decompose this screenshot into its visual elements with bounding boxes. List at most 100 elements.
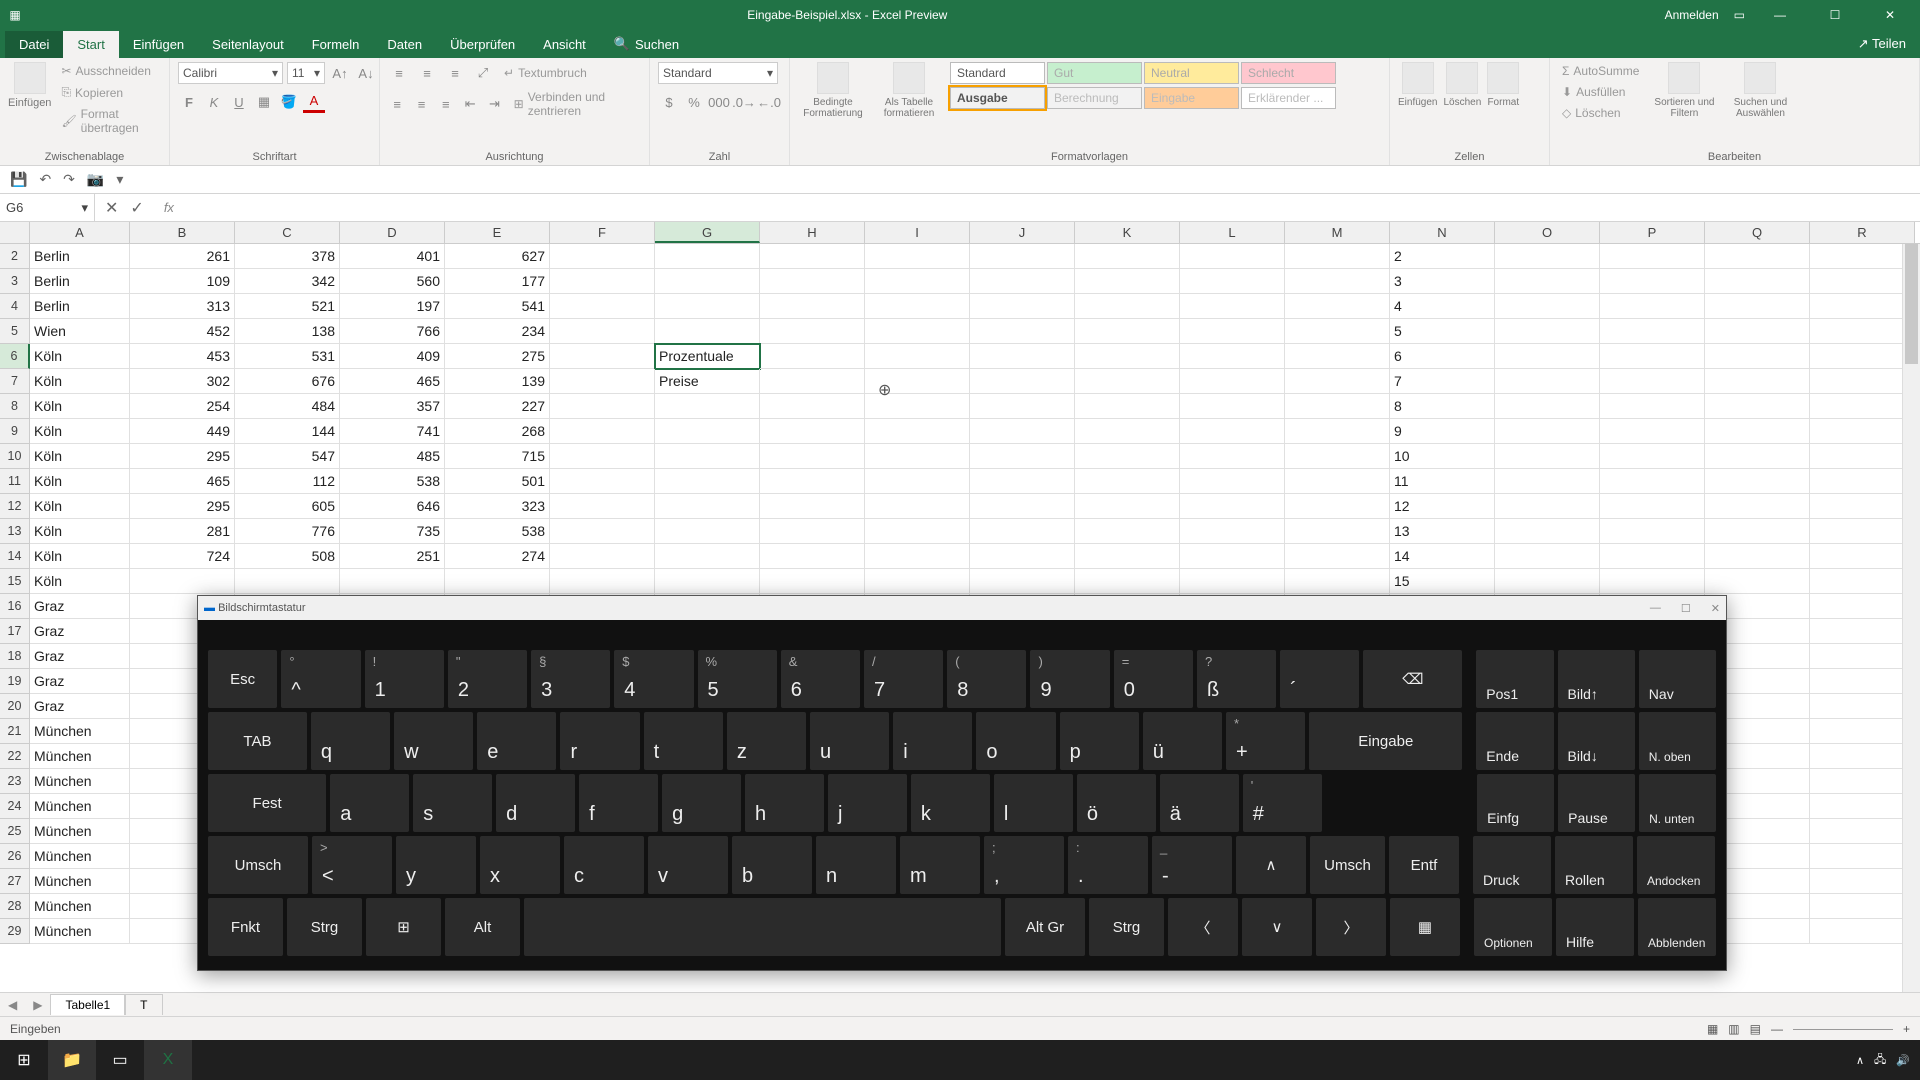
cell[interactable] <box>1180 269 1285 294</box>
cell[interactable]: 14 <box>1390 544 1495 569</box>
cell[interactable] <box>865 569 970 594</box>
cell[interactable] <box>1495 494 1600 519</box>
taskbar-excel[interactable]: X <box>144 1040 192 1080</box>
cell[interactable]: 547 <box>235 444 340 469</box>
cell[interactable] <box>445 569 550 594</box>
cell[interactable] <box>1180 519 1285 544</box>
cell[interactable] <box>1495 569 1600 594</box>
key-3[interactable]: §3 <box>531 650 610 708</box>
key-enter[interactable]: Eingabe <box>1309 712 1462 770</box>
row-header[interactable]: 6 <box>0 344 30 369</box>
cell[interactable] <box>760 244 865 269</box>
cell[interactable]: 254 <box>130 394 235 419</box>
sheet-tab-1[interactable]: Tabelle1 <box>50 994 125 1015</box>
cell[interactable] <box>970 319 1075 344</box>
cell[interactable] <box>865 494 970 519</box>
row-header[interactable]: 14 <box>0 544 30 569</box>
cell[interactable]: 401 <box>340 244 445 269</box>
cell[interactable] <box>1495 244 1600 269</box>
cell[interactable]: 646 <box>340 494 445 519</box>
key-oe[interactable]: ö <box>1077 774 1156 832</box>
cell[interactable]: 538 <box>445 519 550 544</box>
cell[interactable] <box>1285 269 1390 294</box>
currency-button[interactable]: $ <box>658 91 680 113</box>
cell[interactable]: 342 <box>235 269 340 294</box>
cell[interactable]: 268 <box>445 419 550 444</box>
key-hilfe[interactable]: Hilfe <box>1556 898 1634 956</box>
cell[interactable]: 409 <box>340 344 445 369</box>
cell[interactable] <box>1180 544 1285 569</box>
cell[interactable] <box>655 269 760 294</box>
cell[interactable] <box>970 394 1075 419</box>
cell[interactable] <box>1075 344 1180 369</box>
cell[interactable] <box>1810 569 1915 594</box>
formula-input[interactable] <box>192 194 1920 221</box>
confirm-edit-button[interactable]: ✓ <box>130 198 143 218</box>
row-header[interactable]: 25 <box>0 819 30 844</box>
cell[interactable] <box>550 369 655 394</box>
cell[interactable]: 112 <box>235 469 340 494</box>
cell[interactable] <box>865 344 970 369</box>
cell[interactable]: 521 <box>235 294 340 319</box>
cell[interactable] <box>1600 519 1705 544</box>
cell[interactable]: München <box>30 894 130 919</box>
row-header[interactable]: 11 <box>0 469 30 494</box>
row-header[interactable]: 23 <box>0 769 30 794</box>
cell[interactable] <box>1180 469 1285 494</box>
cell[interactable] <box>1810 844 1915 869</box>
cell[interactable] <box>1285 369 1390 394</box>
cell[interactable]: 501 <box>445 469 550 494</box>
column-header-P[interactable]: P <box>1600 222 1705 243</box>
cell[interactable] <box>655 494 760 519</box>
row-header[interactable]: 19 <box>0 669 30 694</box>
cell[interactable] <box>550 394 655 419</box>
cell[interactable]: 453 <box>130 344 235 369</box>
key-o[interactable]: o <box>976 712 1055 770</box>
cell[interactable]: 302 <box>130 369 235 394</box>
cell[interactable] <box>1285 394 1390 419</box>
cell[interactable] <box>550 419 655 444</box>
cell[interactable] <box>1285 444 1390 469</box>
align-right-button[interactable]: ≡ <box>437 93 455 115</box>
cell[interactable]: Köln <box>30 394 130 419</box>
key-plus[interactable]: *+ <box>1226 712 1305 770</box>
key-5[interactable]: %5 <box>698 650 777 708</box>
cell[interactable] <box>970 244 1075 269</box>
cell[interactable] <box>865 394 970 419</box>
key-ablenden[interactable]: Abblenden <box>1638 898 1716 956</box>
bold-button[interactable]: F <box>178 91 200 113</box>
key-caps[interactable]: Fest <box>208 774 326 832</box>
cell[interactable]: Köln <box>30 344 130 369</box>
cell[interactable]: 776 <box>235 519 340 544</box>
cell[interactable] <box>1180 569 1285 594</box>
cell[interactable] <box>1810 544 1915 569</box>
zoom-in-button[interactable]: + <box>1903 1022 1910 1036</box>
cell[interactable] <box>1600 494 1705 519</box>
align-top-button[interactable]: ≡ <box>388 62 410 84</box>
view-page-layout-button[interactable]: ▥ <box>1728 1022 1739 1036</box>
cell[interactable] <box>655 469 760 494</box>
cell[interactable] <box>760 269 865 294</box>
cell[interactable] <box>1600 319 1705 344</box>
cell[interactable]: 144 <box>235 419 340 444</box>
cell[interactable] <box>655 244 760 269</box>
cell[interactable] <box>130 569 235 594</box>
cell[interactable] <box>1810 469 1915 494</box>
cell[interactable] <box>1285 344 1390 369</box>
column-header-R[interactable]: R <box>1810 222 1915 243</box>
cell[interactable] <box>1600 394 1705 419</box>
key-page-up[interactable]: Bild↑ <box>1558 650 1635 708</box>
key-fn[interactable]: Fnkt <box>208 898 283 956</box>
tray-volume-icon[interactable]: 🔊 <box>1896 1054 1910 1067</box>
key-l[interactable]: l <box>994 774 1073 832</box>
tab-view[interactable]: Ansicht <box>529 31 600 58</box>
zoom-out-button[interactable]: — <box>1771 1022 1783 1036</box>
key-andocken[interactable]: Andocken <box>1637 836 1715 894</box>
cell[interactable]: 11 <box>1390 469 1495 494</box>
row-header[interactable]: 12 <box>0 494 30 519</box>
key-shift-left[interactable]: Umsch <box>208 836 308 894</box>
close-button[interactable]: ✕ <box>1870 8 1910 22</box>
cell[interactable] <box>1600 569 1705 594</box>
row-header[interactable]: 8 <box>0 394 30 419</box>
cell[interactable] <box>1075 494 1180 519</box>
